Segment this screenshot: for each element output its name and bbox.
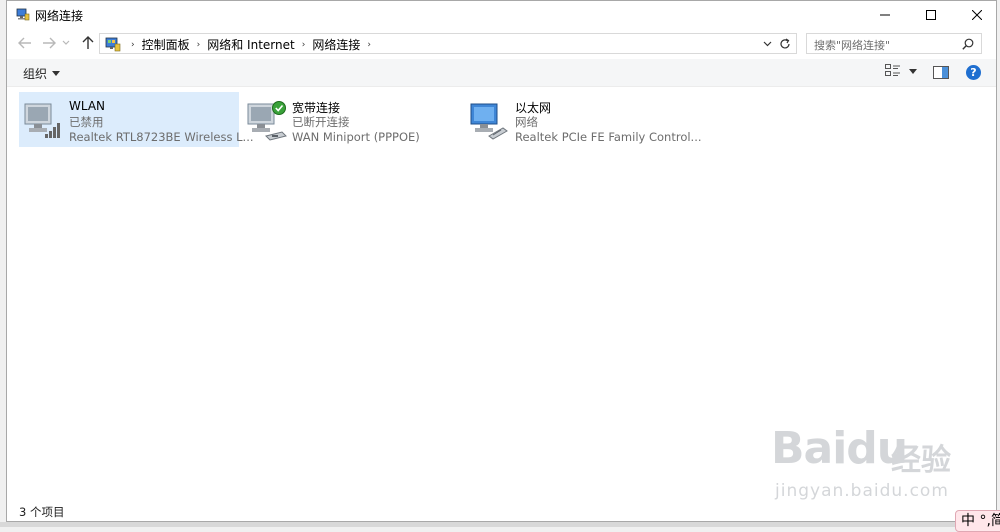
command-bar: 组织 ? bbox=[7, 59, 996, 87]
maximize-icon bbox=[926, 10, 936, 20]
breadcrumb-network-internet[interactable]: 网络和 Internet bbox=[207, 36, 294, 53]
close-button[interactable] bbox=[954, 1, 1000, 29]
network-connections-icon bbox=[16, 8, 30, 21]
address-history-button[interactable] bbox=[760, 36, 774, 52]
navigation-bar: › 控制面板 › 网络和 Internet › 网络连接 › 搜索"网络连接" bbox=[7, 31, 996, 55]
connection-item-ethernet[interactable]: 以太网 网络 Realtek PCIe FE Family Control... bbox=[465, 92, 702, 147]
connection-device: Realtek RTL8723BE Wireless L... bbox=[69, 130, 254, 144]
refresh-button[interactable] bbox=[777, 36, 793, 52]
watermark-label: 经验 bbox=[891, 443, 951, 478]
item-count: 3 个项目 bbox=[19, 505, 65, 519]
connection-status: 网络 bbox=[515, 115, 538, 129]
control-panel-icon bbox=[105, 37, 121, 52]
connection-device: WAN Miniport (PPPOE) bbox=[292, 130, 420, 144]
taskbar-edge bbox=[0, 522, 1000, 527]
minimize-icon bbox=[880, 14, 890, 16]
back-button[interactable] bbox=[16, 34, 34, 52]
baidu-jingyan-watermark: Baidu 经验 jingyan.baidu.com bbox=[771, 419, 971, 507]
address-bar[interactable]: › 控制面板 › 网络和 Internet › 网络连接 › bbox=[99, 33, 797, 54]
up-button[interactable] bbox=[79, 34, 97, 52]
arrow-up-icon bbox=[82, 36, 94, 49]
search-box[interactable]: 搜索"网络连接" bbox=[806, 33, 982, 54]
change-view-button[interactable] bbox=[885, 64, 917, 78]
window-title: 网络连接 bbox=[35, 9, 84, 23]
breadcrumb-network-connections[interactable]: 网络连接 bbox=[312, 36, 360, 53]
arrow-left-icon bbox=[18, 37, 31, 49]
breadcrumb-separator[interactable]: › bbox=[367, 40, 371, 50]
organize-button[interactable]: 组织 bbox=[23, 65, 61, 82]
search-button[interactable] bbox=[960, 36, 976, 52]
arrow-right-icon bbox=[43, 37, 56, 49]
preview-pane-icon[interactable] bbox=[933, 65, 949, 81]
broadband-adapter-icon bbox=[247, 101, 287, 141]
title-bar[interactable]: 网络连接 bbox=[7, 1, 996, 29]
connection-name: WLAN bbox=[69, 99, 106, 113]
breadcrumb-separator[interactable]: › bbox=[131, 40, 135, 50]
connection-status: 已断开连接 bbox=[292, 115, 350, 129]
help-button[interactable]: ? bbox=[966, 65, 981, 80]
connection-status: 已禁用 bbox=[69, 115, 104, 129]
connection-item-broadband[interactable]: 宽带连接 已断开连接 WAN Miniport (PPPOE) bbox=[242, 92, 462, 147]
refresh-icon bbox=[780, 38, 790, 49]
search-input[interactable]: 搜索"网络连接" bbox=[814, 37, 890, 53]
recent-locations-button[interactable] bbox=[61, 34, 71, 52]
watermark-logo: Baidu bbox=[771, 423, 908, 474]
close-icon bbox=[972, 10, 982, 20]
caret-down-icon bbox=[52, 71, 61, 76]
organize-label: 组织 bbox=[23, 67, 48, 81]
breadcrumb-separator[interactable]: › bbox=[302, 40, 306, 50]
connection-item-wlan[interactable]: WLAN 已禁用 Realtek RTL8723BE Wireless L... bbox=[19, 92, 254, 147]
status-bar: 3 个项目 bbox=[7, 501, 996, 522]
ethernet-adapter-icon bbox=[470, 103, 508, 140]
forward-button[interactable] bbox=[40, 34, 58, 52]
help-icon: ? bbox=[970, 66, 977, 79]
watermark-url: jingyan.baidu.com bbox=[775, 481, 949, 501]
minimize-button[interactable] bbox=[862, 1, 908, 29]
caret-down-icon bbox=[909, 68, 917, 74]
wlan-adapter-icon bbox=[24, 103, 60, 138]
search-icon bbox=[962, 38, 974, 50]
breadcrumb: › 控制面板 › 网络和 Internet › 网络连接 › bbox=[124, 36, 378, 53]
breadcrumb-separator[interactable]: › bbox=[197, 40, 201, 50]
breadcrumb-control-panel[interactable]: 控制面板 bbox=[142, 36, 190, 53]
maximize-button[interactable] bbox=[908, 1, 954, 29]
ime-indicator[interactable]: 中 °,简 bbox=[955, 510, 1000, 532]
view-options-icon bbox=[885, 64, 900, 76]
chevron-down-icon bbox=[62, 40, 70, 45]
connection-device: Realtek PCIe FE Family Control... bbox=[515, 130, 702, 144]
chevron-down-icon bbox=[763, 41, 771, 47]
explorer-window: 网络连接 › 控制面板 › 网络和 Internet › 网络连接 › 搜索"网… bbox=[6, 0, 997, 522]
